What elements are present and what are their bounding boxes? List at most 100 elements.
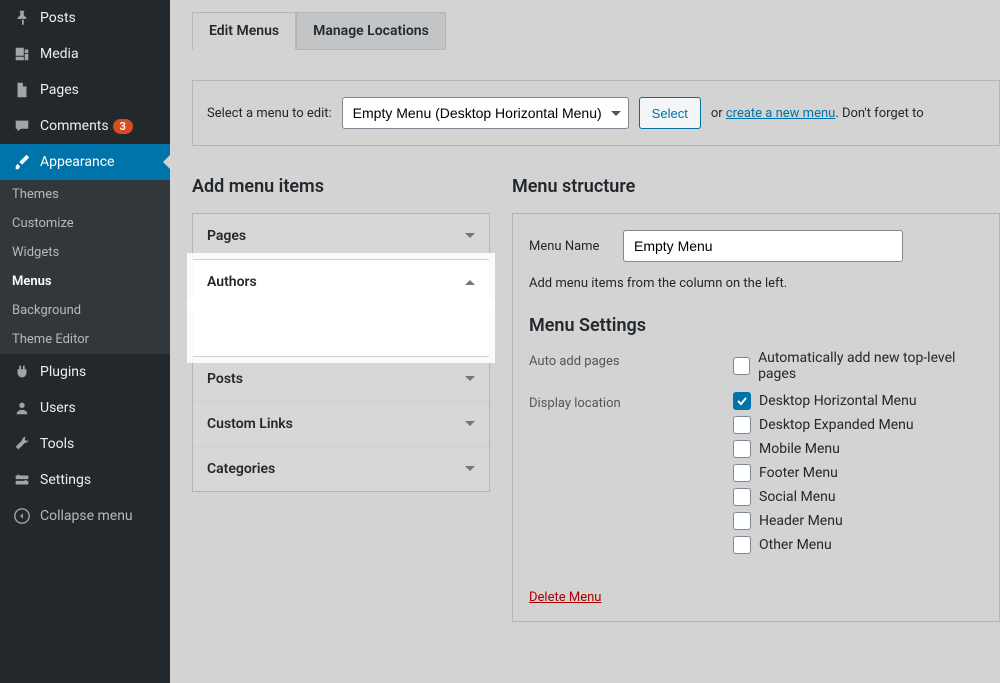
menu-select-bar: Select a menu to edit: Empty Menu (Deskt… [192, 80, 1000, 146]
sidebar-sub-theme-editor[interactable]: Theme Editor [0, 325, 170, 354]
sidebar-item-media[interactable]: Media [0, 36, 170, 72]
plug-icon [12, 362, 32, 382]
tabs: Edit Menus Manage Locations [192, 0, 1000, 50]
display-location-label: Display location [529, 392, 719, 411]
collapse-icon [12, 506, 32, 526]
chevron-down-icon [465, 376, 475, 386]
collapse-label: Collapse menu [40, 508, 133, 524]
sidebar-submenu: Themes Customize Widgets Menus Backgroun… [0, 180, 170, 354]
sidebar-item-plugins[interactable]: Plugins [0, 354, 170, 390]
auto-add-option-label: Automatically add new top-level pages [758, 350, 983, 382]
loc-footer[interactable]: Footer Menu [733, 464, 917, 482]
checkbox-icon [733, 440, 751, 458]
sidebar-sub-background[interactable]: Background [0, 296, 170, 325]
acc-posts[interactable]: Posts [193, 357, 489, 402]
location-checklist: Desktop Horizontal Menu Desktop Expanded… [733, 392, 917, 554]
select-button[interactable]: Select [639, 97, 701, 129]
sidebar-collapse[interactable]: Collapse menu [0, 498, 170, 534]
auto-add-label: Auto add pages [529, 350, 719, 369]
select-bar-label: Select a menu to edit: [207, 106, 332, 121]
checkbox-icon [733, 392, 751, 410]
thumbtack-icon [12, 8, 32, 28]
chevron-down-icon [465, 421, 475, 431]
menu-name-input[interactable] [623, 230, 903, 262]
sidebar-item-posts[interactable]: Posts [0, 0, 170, 36]
structure-box: Menu Name Add menu items from the column… [512, 213, 1000, 622]
checkbox-icon [733, 536, 751, 554]
user-icon [12, 398, 32, 418]
sidebar-sub-themes[interactable]: Themes [0, 180, 170, 209]
acc-custom-links[interactable]: Custom Links [193, 402, 489, 447]
acc-posts-label: Posts [207, 371, 243, 387]
sidebar-item-label: Comments [40, 118, 109, 134]
sidebar-item-label: Appearance [40, 154, 114, 170]
sidebar-item-label: Users [40, 400, 76, 416]
loc-mobile[interactable]: Mobile Menu [733, 440, 917, 458]
acc-authors-label: Authors [207, 274, 257, 290]
media-icon [12, 44, 32, 64]
checkbox-icon [733, 512, 751, 530]
checkbox-icon [733, 416, 751, 434]
acc-categories-label: Categories [207, 461, 275, 477]
checkbox-icon [733, 464, 751, 482]
sidebar-item-label: Plugins [40, 364, 86, 380]
sidebar-sub-widgets[interactable]: Widgets [0, 238, 170, 267]
acc-authors-body [193, 305, 489, 357]
sidebar-item-users[interactable]: Users [0, 390, 170, 426]
chevron-down-icon [465, 233, 475, 243]
sidebar-sub-menus[interactable]: Menus [0, 267, 170, 296]
loc-label: Footer Menu [759, 465, 838, 481]
sidebar-sub-customize[interactable]: Customize [0, 209, 170, 238]
chevron-down-icon [465, 466, 475, 476]
comments-count-badge: 3 [113, 119, 133, 134]
loc-label: Mobile Menu [759, 441, 840, 457]
sidebar-item-appearance[interactable]: Appearance [0, 144, 170, 180]
loc-label: Social Menu [759, 489, 836, 505]
loc-label: Header Menu [759, 513, 843, 529]
loc-social[interactable]: Social Menu [733, 488, 917, 506]
sidebar-item-label: Posts [40, 10, 76, 26]
page-icon [12, 80, 32, 100]
acc-pages[interactable]: Pages [193, 214, 489, 259]
structure-heading: Menu structure [512, 176, 1000, 197]
tab-manage-locations[interactable]: Manage Locations [296, 12, 446, 50]
loc-desktop-horizontal[interactable]: Desktop Horizontal Menu [733, 392, 917, 410]
chevron-up-icon [465, 275, 475, 285]
loc-other[interactable]: Other Menu [733, 536, 917, 554]
checkbox-icon [733, 357, 750, 375]
structure-column: Menu structure Menu Name Add menu items … [512, 176, 1000, 622]
delete-menu-link[interactable]: Delete Menu [529, 590, 601, 605]
brush-icon [12, 152, 32, 172]
add-items-accordion: Pages Authors Posts Custom Links Ca [192, 213, 490, 492]
tab-edit-menus[interactable]: Edit Menus [192, 12, 296, 50]
wrench-icon [12, 434, 32, 454]
sidebar-item-label: Tools [40, 436, 74, 452]
select-bar-suffix: . Don't forget to [835, 106, 923, 121]
loc-desktop-expanded[interactable]: Desktop Expanded Menu [733, 416, 917, 434]
create-new-menu-link[interactable]: create a new menu [726, 106, 835, 121]
sidebar-item-settings[interactable]: Settings [0, 462, 170, 498]
acc-pages-label: Pages [207, 228, 246, 244]
main-content: Edit Menus Manage Locations Select a men… [170, 0, 1000, 683]
auto-add-checkbox-item[interactable]: Automatically add new top-level pages [733, 350, 983, 382]
settings-icon [12, 470, 32, 490]
sidebar-item-label: Settings [40, 472, 91, 488]
acc-custom-links-label: Custom Links [207, 416, 293, 432]
menu-settings-heading: Menu Settings [529, 315, 983, 336]
sidebar-item-tools[interactable]: Tools [0, 426, 170, 462]
sidebar-item-pages[interactable]: Pages [0, 72, 170, 108]
loc-label: Other Menu [759, 537, 832, 553]
or-text: or [711, 106, 723, 121]
add-items-heading: Add menu items [192, 176, 490, 197]
checkbox-icon [733, 488, 751, 506]
structure-hint: Add menu items from the column on the le… [529, 276, 983, 291]
loc-header[interactable]: Header Menu [733, 512, 917, 530]
acc-authors[interactable]: Authors [193, 259, 489, 305]
sidebar-item-comments[interactable]: Comments 3 [0, 108, 170, 144]
menu-name-label: Menu Name [529, 239, 609, 254]
comment-icon [12, 116, 32, 136]
admin-sidebar: Posts Media Pages Comments 3 Appearance … [0, 0, 170, 683]
menu-select-dropdown[interactable]: Empty Menu (Desktop Horizontal Menu) [342, 97, 629, 129]
acc-categories[interactable]: Categories [193, 447, 489, 491]
add-items-column: Add menu items Pages Authors Posts Custo… [192, 176, 490, 622]
